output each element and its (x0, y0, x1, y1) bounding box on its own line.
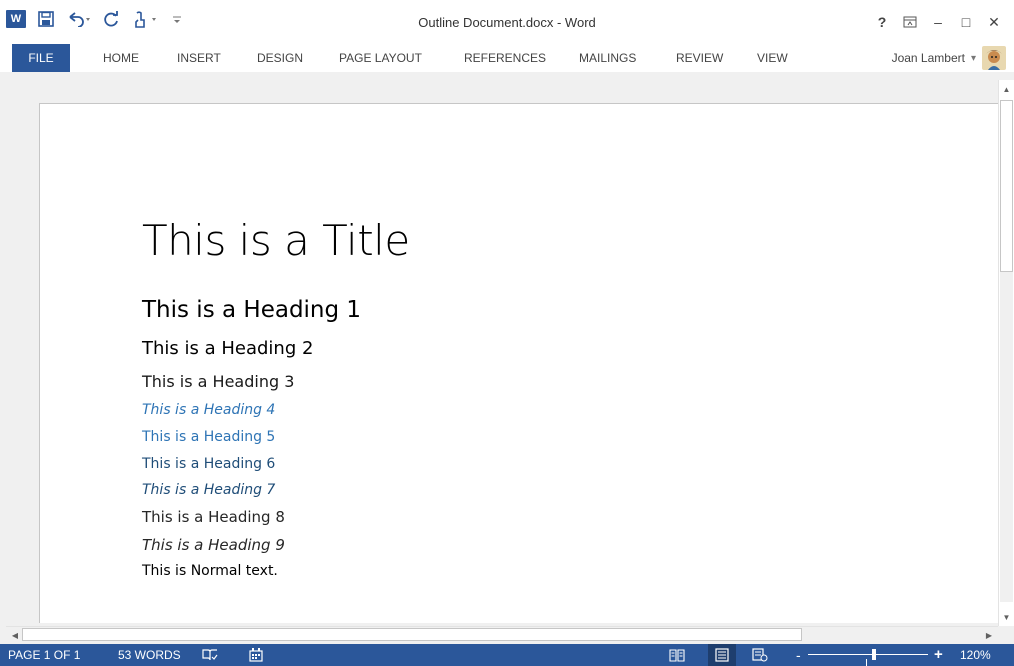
maximize-button[interactable]: □ (952, 10, 980, 34)
vertical-scroll-track[interactable] (1000, 272, 1013, 602)
macro-recording-icon[interactable] (249, 644, 263, 666)
zoom-level[interactable]: 120% (960, 644, 991, 666)
zoom-slider-center-mark (866, 659, 867, 666)
help-icon[interactable]: ? (868, 10, 896, 34)
heading-2[interactable]: This is a Heading 2 (142, 338, 313, 359)
doc-title-text[interactable]: This is a Title (142, 216, 410, 265)
scroll-up-icon[interactable]: ▲ (999, 82, 1014, 96)
customize-qat-icon[interactable] (172, 8, 182, 30)
scroll-left-icon[interactable]: ◀ (8, 628, 22, 642)
tab-design[interactable]: DESIGN (257, 44, 303, 72)
scroll-right-icon[interactable]: ▶ (982, 628, 996, 642)
web-layout-icon[interactable] (752, 644, 768, 666)
touch-mode-icon[interactable] (132, 8, 160, 30)
horizontal-scroll-thumb[interactable] (22, 628, 802, 641)
heading-4[interactable]: This is a Heading 4 (142, 402, 275, 418)
tab-references[interactable]: REFERENCES (464, 44, 546, 72)
redo-icon[interactable] (104, 8, 120, 30)
ribbon-tabs: FILE HOME INSERT DESIGN PAGE LAYOUT REFE… (0, 44, 1014, 72)
document-area: This is a Title This is a Heading 1 This… (0, 72, 1014, 644)
read-mode-icon[interactable] (669, 644, 685, 666)
user-name: Joan Lambert (891, 51, 965, 65)
avatar[interactable] (982, 46, 1006, 70)
undo-icon[interactable] (66, 8, 92, 30)
word-logo-letter: W (10, 13, 22, 25)
page-count[interactable]: PAGE 1 OF 1 (8, 644, 80, 666)
tab-page-layout[interactable]: PAGE LAYOUT (339, 44, 422, 72)
heading-1[interactable]: This is a Heading 1 (142, 297, 361, 323)
user-dropdown-icon[interactable]: ▾ (971, 53, 976, 64)
print-layout-icon[interactable] (708, 644, 736, 666)
save-icon[interactable] (38, 8, 54, 30)
heading-9[interactable]: This is a Heading 9 (142, 536, 285, 554)
zoom-in-button[interactable]: + (934, 644, 943, 666)
horizontal-scrollbar[interactable]: ◀ ▶ (6, 626, 998, 642)
title-bar: W Outline Document.docx - Word ? – □ ✕ (0, 0, 1014, 44)
zoom-slider-track[interactable] (808, 654, 928, 655)
tab-view[interactable]: VIEW (757, 44, 788, 72)
zoom-out-button[interactable]: - (796, 644, 801, 666)
user-account[interactable]: Joan Lambert ▾ (892, 44, 1006, 72)
tab-mailings[interactable]: MAILINGS (579, 44, 636, 72)
scroll-down-icon[interactable]: ▼ (999, 610, 1014, 624)
heading-7[interactable]: This is a Heading 7 (142, 482, 275, 498)
heading-5[interactable]: This is a Heading 5 (142, 429, 275, 445)
vertical-scroll-thumb[interactable] (1000, 100, 1013, 272)
tab-insert[interactable]: INSERT (177, 44, 221, 72)
heading-3[interactable]: This is a Heading 3 (142, 372, 294, 391)
status-bar: PAGE 1 OF 1 53 WORDS - + 120% (0, 644, 1014, 666)
quick-access-toolbar: W (6, 6, 182, 32)
window-controls: ? – □ ✕ (868, 10, 1008, 34)
vertical-scrollbar[interactable]: ▲ ▼ (998, 80, 1014, 626)
heading-6[interactable]: This is a Heading 6 (142, 456, 275, 472)
proofing-icon[interactable] (202, 644, 218, 666)
zoom-slider-thumb[interactable] (872, 649, 876, 660)
tab-file[interactable]: FILE (12, 44, 70, 72)
minimize-button[interactable]: – (924, 10, 952, 34)
ribbon-display-options-icon[interactable] (896, 10, 924, 34)
close-button[interactable]: ✕ (980, 10, 1008, 34)
tab-home[interactable]: HOME (103, 44, 139, 72)
word-logo-icon[interactable]: W (6, 8, 26, 30)
heading-8[interactable]: This is a Heading 8 (142, 508, 285, 526)
normal-text[interactable]: This is Normal text. (142, 563, 278, 579)
document-page[interactable]: This is a Title This is a Heading 1 This… (39, 103, 999, 623)
tab-review[interactable]: REVIEW (676, 44, 723, 72)
word-count[interactable]: 53 WORDS (118, 644, 181, 666)
